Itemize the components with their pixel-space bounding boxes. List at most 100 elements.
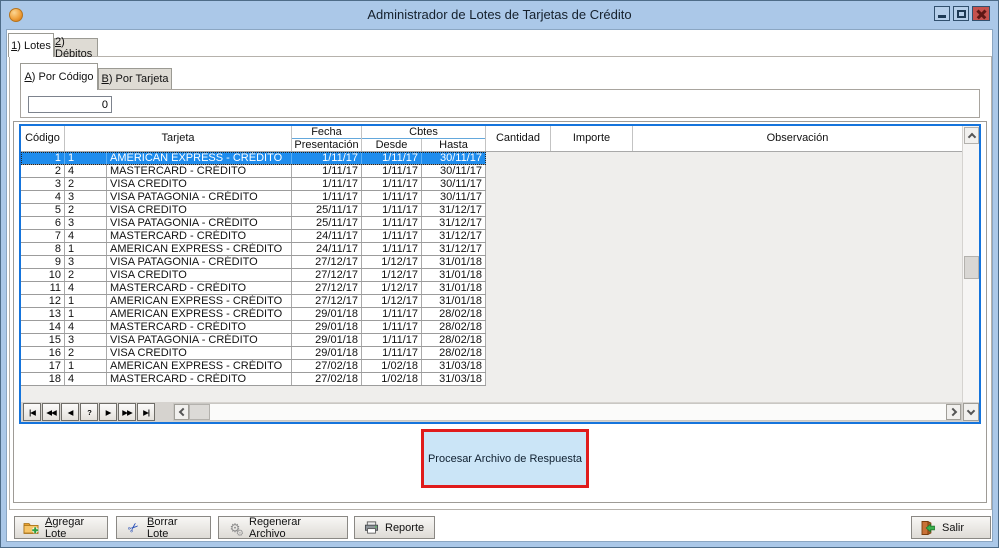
cell[interactable]: 28/02/18: [422, 308, 486, 320]
cell[interactable]: 29/01/18: [292, 321, 362, 333]
cell[interactable]: 31/12/17: [422, 217, 486, 229]
cell[interactable]: 6: [21, 217, 65, 229]
cell[interactable]: 25/11/17: [292, 204, 362, 216]
cell[interactable]: 27/12/17: [292, 295, 362, 307]
table-row[interactable]: 153VISA PATAGONIA - CRÉDITO29/01/181/11/…: [21, 334, 486, 347]
cell[interactable]: 14: [21, 321, 65, 333]
agregar-lote-button[interactable]: Agregar Lote: [14, 516, 108, 539]
cell[interactable]: VISA PATAGONIA - CRÉDITO: [107, 256, 292, 268]
cell[interactable]: 1/11/17: [362, 165, 422, 177]
codigo-filter-input[interactable]: [28, 96, 112, 113]
cell[interactable]: 1/12/17: [362, 282, 422, 294]
cell[interactable]: 1/11/17: [362, 152, 422, 164]
table-row[interactable]: 24MASTERCARD - CRÉDITO1/11/171/11/1730/1…: [21, 165, 486, 178]
table-row[interactable]: 114MASTERCARD - CRÉDITO27/12/171/12/1731…: [21, 282, 486, 295]
cell[interactable]: 30/11/17: [422, 191, 486, 203]
cell[interactable]: 4: [65, 230, 107, 242]
cell[interactable]: 28/02/18: [422, 321, 486, 333]
cell[interactable]: MASTERCARD - CRÉDITO: [107, 373, 292, 385]
fast-forward-button[interactable]: ▶▶: [118, 403, 136, 421]
cell[interactable]: 31/01/18: [422, 295, 486, 307]
table-row[interactable]: 32VISA CREDITO1/11/171/11/1730/11/17: [21, 178, 486, 191]
hscroll-thumb[interactable]: [189, 404, 210, 420]
table-row[interactable]: 131AMERICAN EXPRESS - CRÉDITO29/01/181/1…: [21, 308, 486, 321]
column-header-hasta[interactable]: Hasta: [422, 139, 485, 151]
cell[interactable]: 1/11/17: [292, 191, 362, 203]
cell[interactable]: 1/02/18: [362, 373, 422, 385]
cell[interactable]: 4: [65, 282, 107, 294]
cell[interactable]: 1: [65, 360, 107, 372]
cell[interactable]: MASTERCARD - CRÉDITO: [107, 321, 292, 333]
vertical-scrollbar[interactable]: [962, 126, 979, 402]
cell[interactable]: 3: [65, 217, 107, 229]
cell[interactable]: 27/12/17: [292, 282, 362, 294]
procesar-archivo-button[interactable]: Procesar Archivo de Respuesta: [421, 429, 589, 488]
table-row[interactable]: 63VISA PATAGONIA - CRÉDITO25/11/171/11/1…: [21, 217, 486, 230]
cell[interactable]: 15: [21, 334, 65, 346]
cell[interactable]: 31/12/17: [422, 230, 486, 242]
cell[interactable]: AMERICAN EXPRESS - CRÉDITO: [107, 243, 292, 255]
cell[interactable]: MASTERCARD - CRÉDITO: [107, 282, 292, 294]
cell[interactable]: 2: [65, 347, 107, 359]
cell[interactable]: 3: [65, 191, 107, 203]
cell[interactable]: 29/01/18: [292, 347, 362, 359]
cell[interactable]: 27/12/17: [292, 256, 362, 268]
cell[interactable]: 2: [65, 269, 107, 281]
cell[interactable]: 29/01/18: [292, 308, 362, 320]
cell[interactable]: 31/01/18: [422, 256, 486, 268]
cell[interactable]: 31/03/18: [422, 373, 486, 385]
cell[interactable]: 1/11/17: [362, 347, 422, 359]
table-row[interactable]: 52VISA CREDITO25/11/171/11/1731/12/17: [21, 204, 486, 217]
cell[interactable]: 1/11/17: [362, 308, 422, 320]
cell[interactable]: 29/01/18: [292, 334, 362, 346]
cell[interactable]: 12: [21, 295, 65, 307]
table-row[interactable]: 43VISA PATAGONIA - CRÉDITO1/11/171/11/17…: [21, 191, 486, 204]
vscroll-thumb[interactable]: [964, 256, 979, 279]
cell[interactable]: 4: [21, 191, 65, 203]
cell[interactable]: 25/11/17: [292, 217, 362, 229]
salir-button[interactable]: Salir: [911, 516, 991, 539]
cell[interactable]: 31/03/18: [422, 360, 486, 372]
table-row[interactable]: 74MASTERCARD - CRÉDITO24/11/171/11/1731/…: [21, 230, 486, 243]
cell[interactable]: 30/11/17: [422, 178, 486, 190]
reporte-button[interactable]: Reporte: [354, 516, 435, 539]
cell[interactable]: 2: [65, 204, 107, 216]
scroll-down-button[interactable]: [963, 403, 979, 421]
table-row[interactable]: 184MASTERCARD - CRÉDITO27/02/181/02/1831…: [21, 373, 486, 386]
minimize-button[interactable]: [934, 6, 950, 21]
cell[interactable]: 16: [21, 347, 65, 359]
cell[interactable]: 24/11/17: [292, 243, 362, 255]
cell[interactable]: 7: [21, 230, 65, 242]
cell[interactable]: 9: [21, 256, 65, 268]
cell[interactable]: MASTERCARD - CRÉDITO: [107, 230, 292, 242]
cell[interactable]: 1/11/17: [292, 165, 362, 177]
cell[interactable]: 30/11/17: [422, 152, 486, 164]
cell[interactable]: 1: [21, 152, 65, 164]
cell[interactable]: AMERICAN EXPRESS - CRÉDITO: [107, 295, 292, 307]
cell[interactable]: 30/11/17: [422, 165, 486, 177]
borrar-lote-button[interactable]: ✂ Borrar Lote: [116, 516, 211, 539]
table-row[interactable]: 81AMERICAN EXPRESS - CRÉDITO24/11/171/11…: [21, 243, 486, 256]
cell[interactable]: 1/12/17: [362, 256, 422, 268]
cell[interactable]: 1/11/17: [362, 243, 422, 255]
table-row[interactable]: 162VISA CREDITO29/01/181/11/1728/02/18: [21, 347, 486, 360]
cell[interactable]: 1/11/17: [362, 321, 422, 333]
column-header-tarjeta[interactable]: Tarjeta: [65, 126, 292, 151]
cell[interactable]: 3: [65, 334, 107, 346]
cell[interactable]: AMERICAN EXPRESS - CRÉDITO: [107, 152, 292, 164]
cell[interactable]: 1/11/17: [362, 191, 422, 203]
cell[interactable]: 3: [65, 256, 107, 268]
cell[interactable]: 27/12/17: [292, 269, 362, 281]
table-row[interactable]: 11AMERICAN EXPRESS - CRÉDITO1/11/171/11/…: [21, 152, 486, 165]
cell[interactable]: VISA CREDITO: [107, 269, 292, 281]
close-button[interactable]: [972, 6, 990, 21]
regenerar-archivo-button[interactable]: ⚙⚙ Regenerar Archivo: [218, 516, 348, 539]
table-row[interactable]: 144MASTERCARD - CRÉDITO29/01/181/11/1728…: [21, 321, 486, 334]
cell[interactable]: 1/11/17: [362, 178, 422, 190]
cell[interactable]: VISA PATAGONIA - CRÉDITO: [107, 217, 292, 229]
scroll-up-button[interactable]: [964, 127, 979, 144]
cell[interactable]: 2: [65, 178, 107, 190]
cell[interactable]: 1: [65, 295, 107, 307]
scroll-right-button[interactable]: [946, 404, 961, 420]
cell[interactable]: 31/12/17: [422, 204, 486, 216]
